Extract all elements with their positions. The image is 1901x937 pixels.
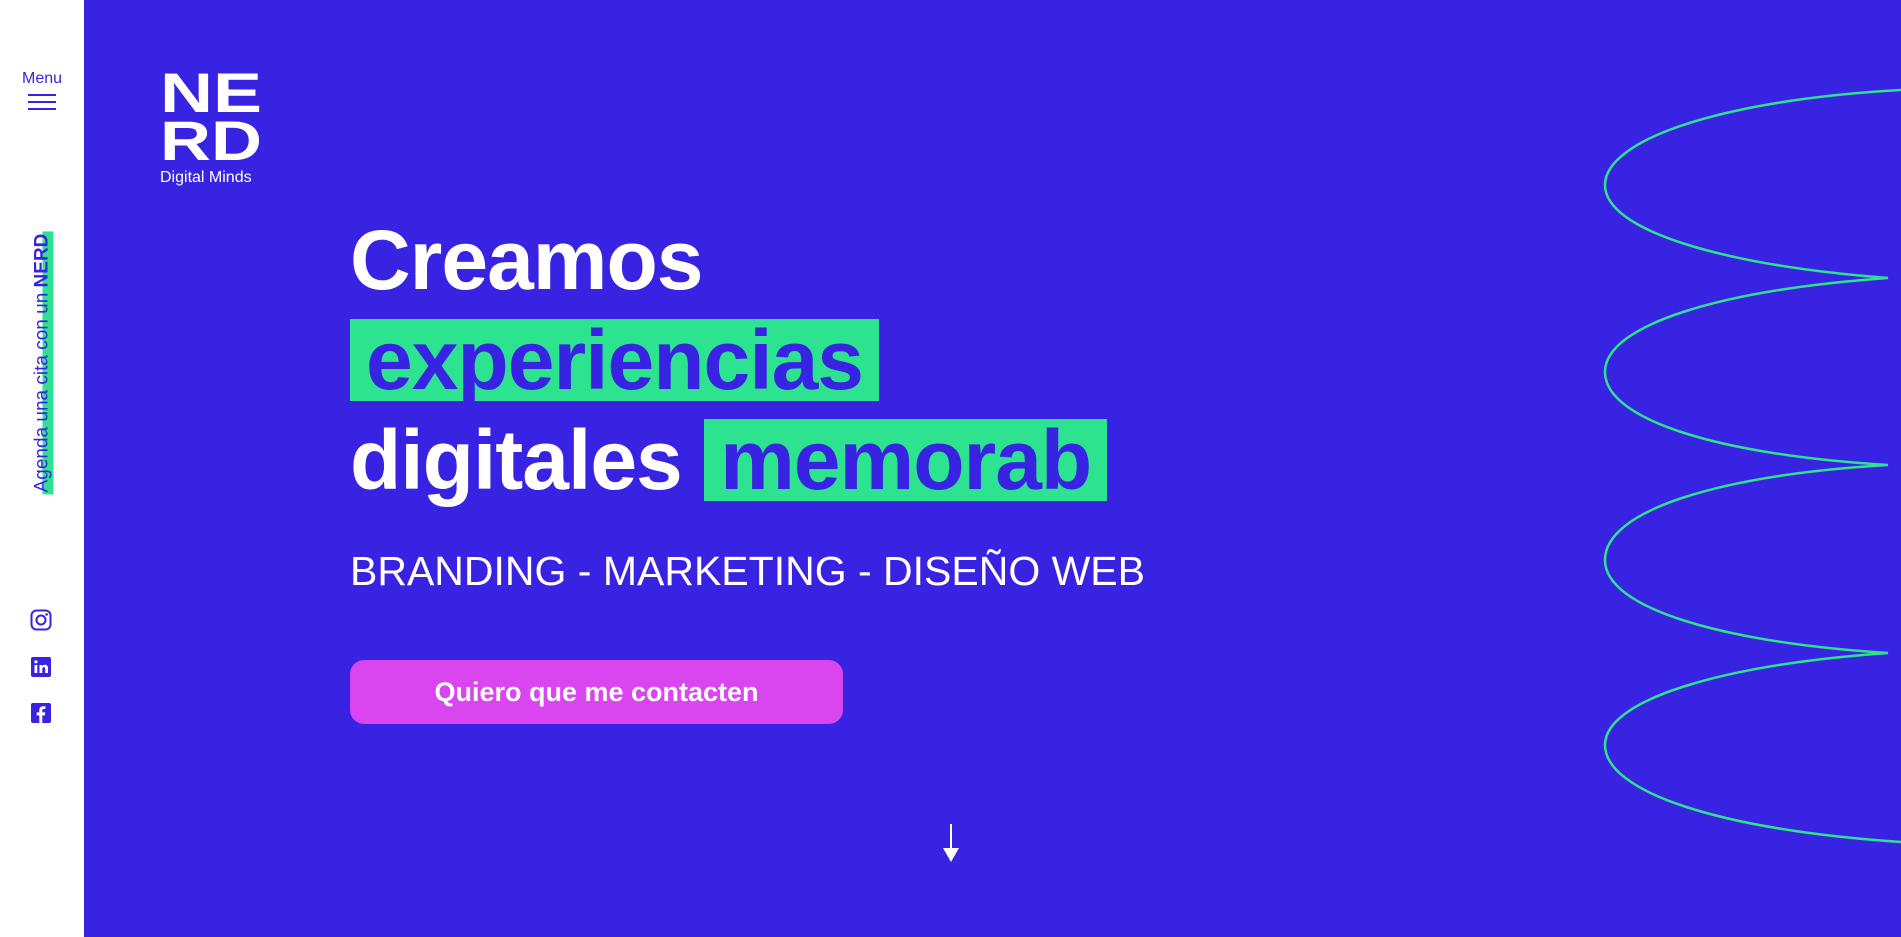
sidebar: Menu Agenda una cita con un NERD xyxy=(0,0,84,937)
scroll-down-arrow-icon[interactable] xyxy=(940,822,962,864)
hero-line-3: digitales memorab xyxy=(350,410,1108,510)
hamburger-icon xyxy=(28,92,56,110)
agenda-cita-label: Agenda una cita con un NERD xyxy=(31,231,53,495)
services-subtitle: BRANDING - MARKETING - DISEÑO WEB xyxy=(350,548,1145,594)
word-digitales: digitales xyxy=(350,413,705,507)
decorative-wave xyxy=(1603,88,1901,844)
menu-label: Menu xyxy=(21,70,63,87)
agenda-brand: NERD xyxy=(31,233,52,288)
highlight-memorable: memorab xyxy=(704,418,1108,502)
hero-line-1: Creamos xyxy=(350,213,704,307)
facebook-link[interactable] xyxy=(29,701,53,725)
svg-text:RD: RD xyxy=(160,109,262,162)
agenda-cita-link[interactable]: Agenda una cita con un NERD xyxy=(28,208,56,518)
hero-line-2: experiencias xyxy=(350,310,1107,410)
instagram-icon xyxy=(30,609,52,631)
contact-cta-button[interactable]: Quiero que me contacten xyxy=(350,660,843,724)
logo-tagline: Digital Minds xyxy=(160,169,252,186)
linkedin-link[interactable] xyxy=(29,655,53,679)
facebook-icon xyxy=(31,703,51,723)
hero-heading: Creamos experiencias digitales memorab xyxy=(350,210,1108,510)
instagram-link[interactable] xyxy=(29,608,53,632)
menu-button[interactable]: Menu xyxy=(14,70,70,110)
highlight-experiencias: experiencias xyxy=(350,318,880,402)
linkedin-icon xyxy=(31,657,51,677)
nerd-logo[interactable]: NE RD Digital Minds xyxy=(160,61,270,187)
nerd-logo-mark: NE RD xyxy=(160,61,262,172)
